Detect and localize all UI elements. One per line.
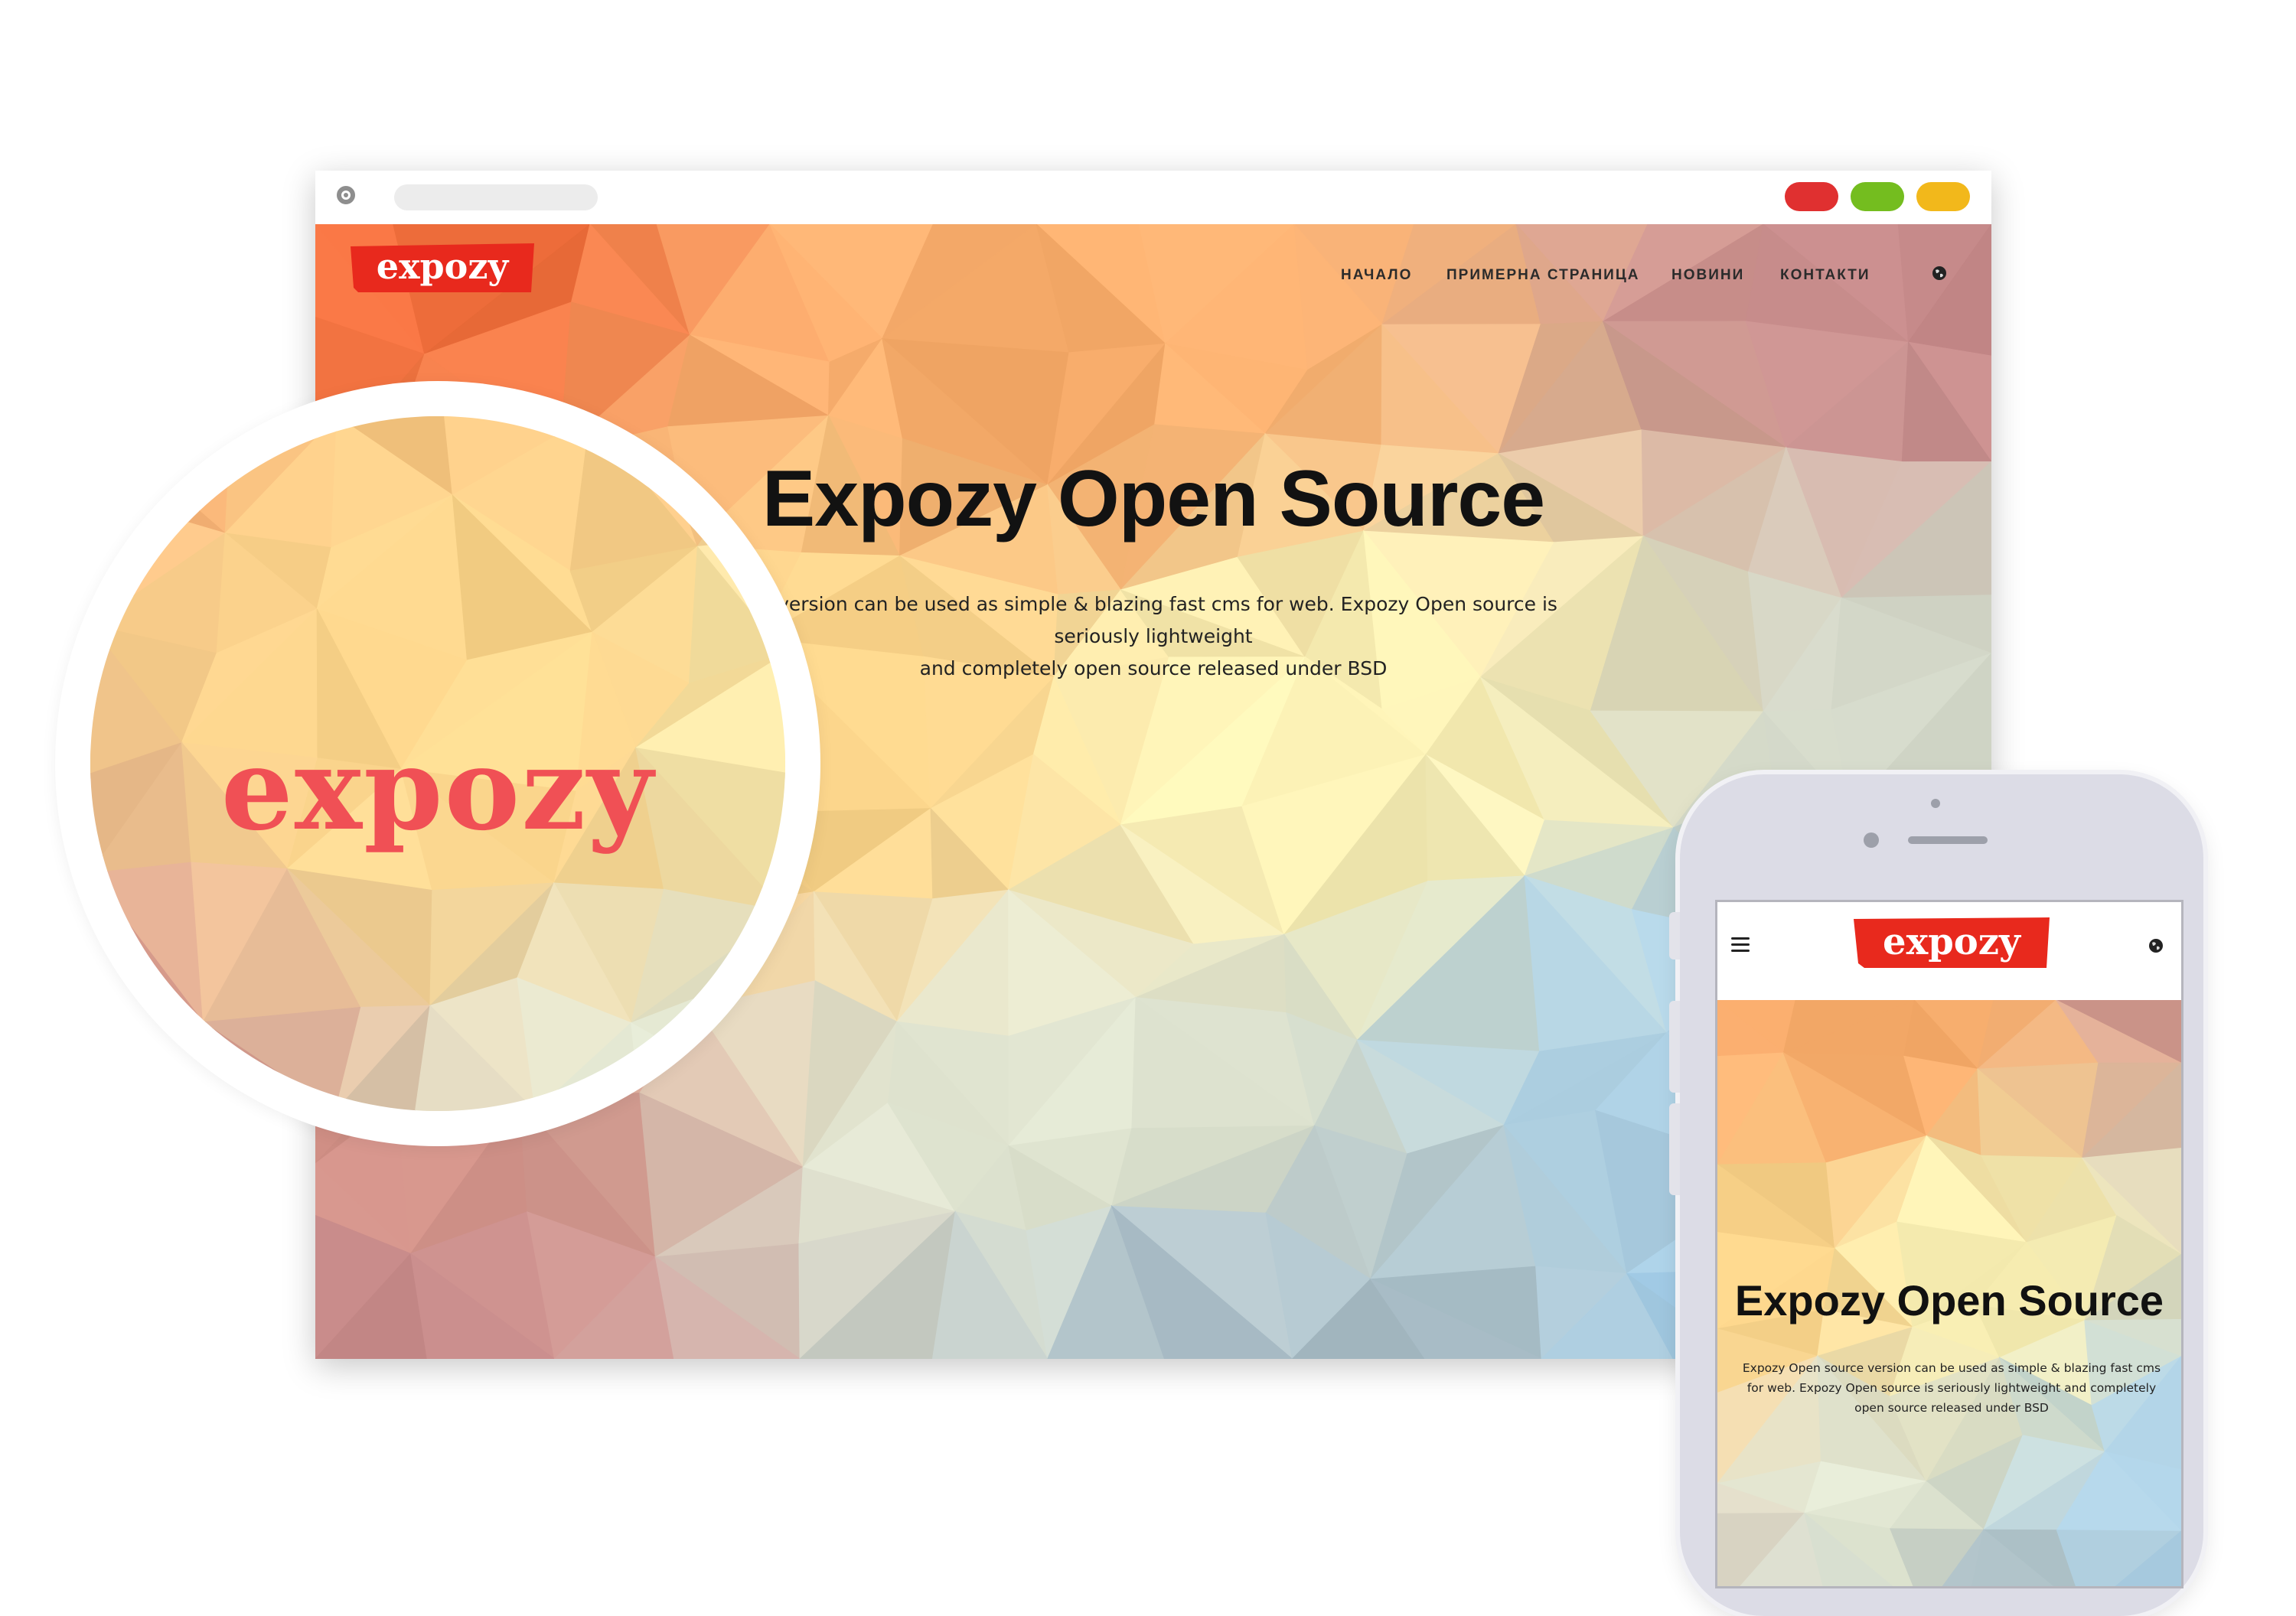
nav-item-news[interactable]: НОВИНИ bbox=[1671, 267, 1744, 284]
nav-item-sample-page[interactable]: ПРИМЕРНА СТРАНИЦА bbox=[1446, 267, 1639, 284]
phone-volume-down-button bbox=[1669, 1103, 1680, 1195]
phone-sensor bbox=[1931, 799, 1940, 808]
mobile-hero: Expozy Open Source Expozy Open source ve… bbox=[1717, 1000, 2181, 1586]
mobile-globe-icon[interactable] bbox=[2148, 938, 2164, 953]
globe-icon[interactable] bbox=[1932, 266, 1947, 281]
hamburger-menu-icon[interactable] bbox=[1731, 937, 1750, 953]
site-logo[interactable]: expozy bbox=[351, 243, 534, 292]
nav-item-contacts[interactable]: КОНТАКТИ bbox=[1780, 267, 1870, 284]
mobile-logo-text: expozy bbox=[1883, 920, 2022, 963]
magnified-logo-text: expozy bbox=[220, 722, 655, 855]
logo-magnifier: expozy bbox=[55, 381, 820, 1146]
hero-description-line1: ce version can be used as simple & blazi… bbox=[749, 593, 1557, 647]
mobile-phone-mockup: expozy Expozy Open Source Expozy Open so… bbox=[1669, 774, 2203, 1616]
phone-speaker bbox=[1908, 836, 1988, 844]
phone-mute-button bbox=[1669, 912, 1680, 960]
window-control-yellow[interactable] bbox=[1916, 182, 1970, 211]
phone-screen: expozy Expozy Open Source Expozy Open so… bbox=[1715, 900, 2183, 1588]
site-logo-text: expozy bbox=[377, 246, 510, 287]
browser-settings-icon[interactable] bbox=[337, 186, 355, 204]
window-control-green[interactable] bbox=[1851, 182, 1904, 211]
magnifier-lens: expozy bbox=[90, 416, 785, 1111]
mobile-site-logo[interactable]: expozy bbox=[1854, 917, 2050, 968]
address-bar[interactable] bbox=[394, 184, 598, 210]
mobile-hero-title: Expozy Open Source bbox=[1734, 1276, 2164, 1324]
mobile-hero-description: Expozy Open source version can be used a… bbox=[1742, 1361, 2161, 1415]
window-control-red[interactable] bbox=[1785, 182, 1838, 211]
hero-description: ce version can be used as simple & blazi… bbox=[729, 588, 1578, 685]
nav-item-home[interactable]: НАЧАЛО bbox=[1341, 267, 1412, 284]
browser-toolbar bbox=[315, 171, 1991, 224]
hero-description-line2: and completely open source released unde… bbox=[919, 657, 1388, 679]
mobile-header: expozy bbox=[1717, 902, 2181, 1000]
phone-camera bbox=[1864, 832, 1879, 848]
phone-volume-up-button bbox=[1669, 1001, 1680, 1093]
